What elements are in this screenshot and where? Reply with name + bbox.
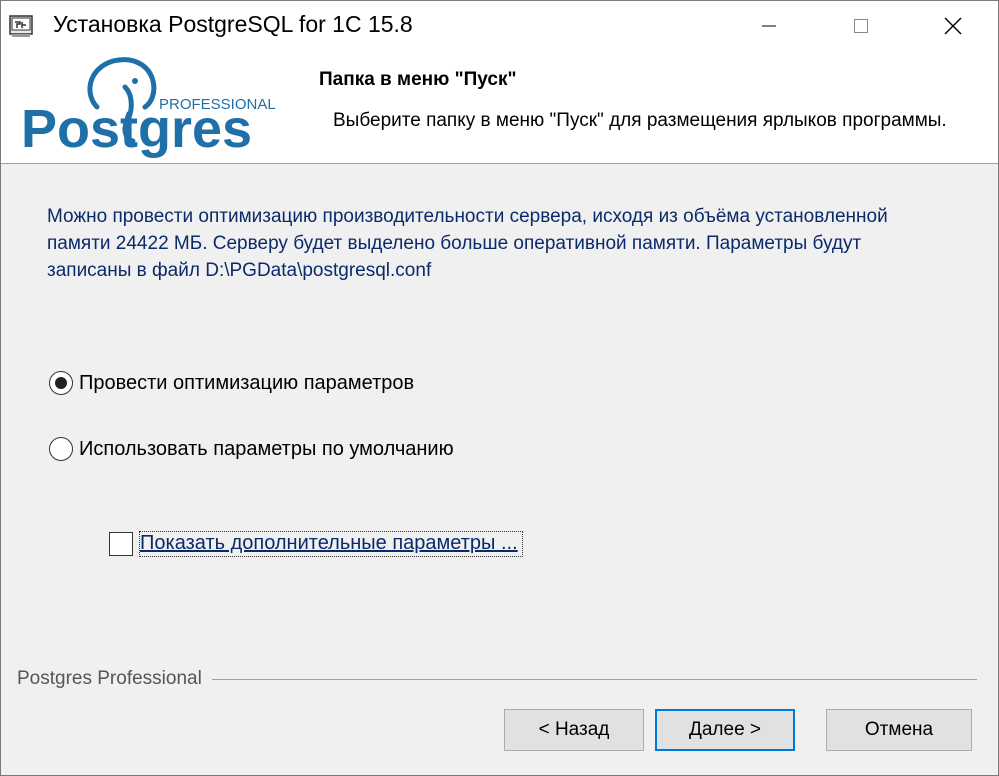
footer-brand: Postgres Professional [17,668,202,689]
maximize-button[interactable] [815,1,907,51]
optimization-info: Можно провести оптимизацию производитель… [47,206,888,281]
radio-button-selected[interactable] [49,371,73,395]
window-title: Установка PostgreSQL for 1C 15.8 [53,11,413,37]
minimize-button[interactable] [723,1,815,51]
title-bar[interactable]: Установка PostgreSQL for 1C 15.8 [1,1,998,51]
cancel-button[interactable]: Отмена [826,709,972,751]
close-icon [944,17,962,35]
radio-optimize[interactable]: Провести оптимизацию параметров [49,371,414,395]
show-advanced-label[interactable]: Показать дополнительные параметры ... [139,531,523,557]
close-button[interactable] [907,1,998,51]
maximize-icon [854,19,868,33]
radio-default-label[interactable]: Использовать параметры по умолчанию [79,438,454,461]
wizard-header: PROFESSIONAL Postgres Папка в меню "Пуск… [1,51,998,164]
radio-button-unselected[interactable] [49,437,73,461]
back-button[interactable]: < Назад [504,709,644,751]
page-description: Выберите папку в меню "Пуск" для размеще… [333,110,947,131]
separator-line [211,678,977,680]
logo-brand: Postgres [21,99,252,159]
radio-dot [55,377,67,389]
show-advanced-checkbox-row[interactable]: Показать дополнительные параметры ... [109,531,523,557]
installer-app-icon [9,13,35,39]
radio-optimize-label[interactable]: Провести оптимизацию параметров [79,372,414,395]
postgres-professional-logo: PROFESSIONAL Postgres [21,55,286,166]
page-title: Папка в меню "Пуск" [319,69,517,90]
next-button[interactable]: Далее > [655,709,795,751]
radio-default[interactable]: Использовать параметры по умолчанию [49,437,454,461]
minimize-icon [762,25,776,27]
show-advanced-checkbox[interactable] [109,532,133,556]
installer-window: Установка PostgreSQL for 1C 15.8 PROFESS… [0,0,999,776]
footer-brand-separator: Postgres Professional [17,667,977,691]
